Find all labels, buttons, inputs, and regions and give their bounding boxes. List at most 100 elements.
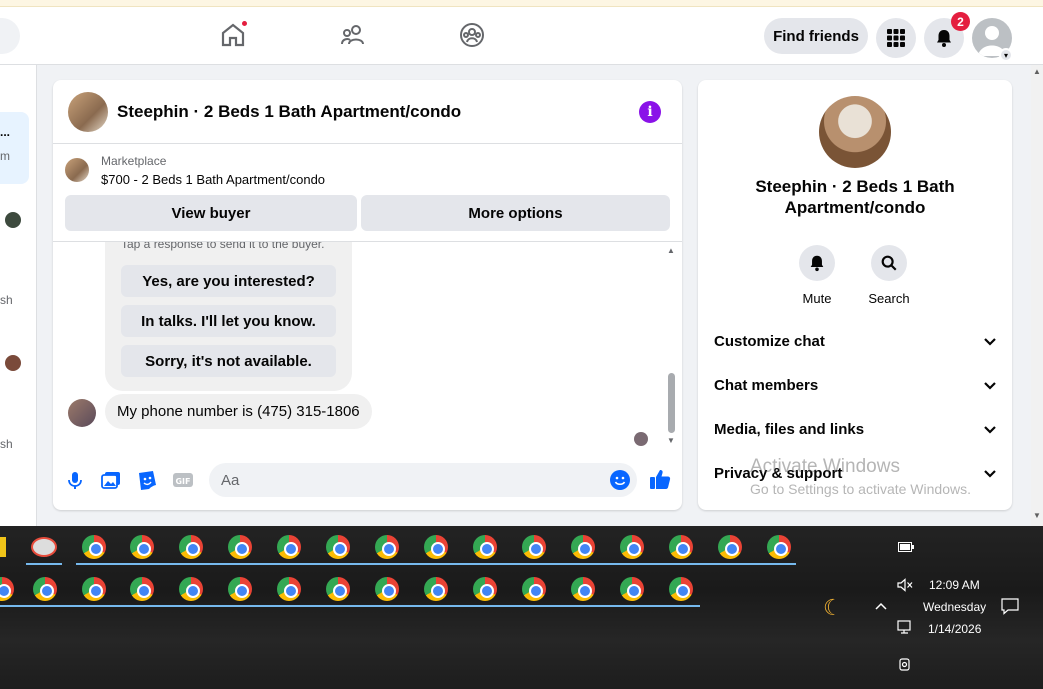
chat-avatar[interactable] (5, 212, 21, 228)
buyer-avatar[interactable] (68, 399, 96, 427)
clock-day[interactable]: Wednesday (923, 600, 986, 614)
chrome-profile-icon[interactable] (522, 535, 546, 559)
menu-button[interactable] (876, 18, 916, 58)
chrome-profile-icon[interactable] (82, 577, 106, 601)
more-options-button[interactable]: More options (361, 195, 670, 231)
chrome-profile-icon[interactable] (130, 535, 154, 559)
photo-icon[interactable] (100, 469, 122, 491)
listing-price[interactable]: $700 - 2 Beds 1 Bath Apartment/condo (101, 172, 325, 187)
chrome-profile-icon[interactable] (424, 577, 448, 601)
volume-muted-icon[interactable] (897, 578, 913, 595)
chat-avatar[interactable] (5, 355, 21, 371)
chrome-profile-icon[interactable] (228, 577, 252, 601)
scroll-thumb[interactable] (668, 373, 675, 433)
chrome-profile-icon[interactable] (277, 577, 301, 601)
scroll-down-icon[interactable]: ▼ (666, 436, 676, 446)
browser-notice-strip (0, 0, 1043, 7)
chrome-profile-icon[interactable] (375, 535, 399, 559)
customize-chat-section[interactable]: Customize chat (714, 327, 998, 357)
chrome-profile-icon[interactable] (375, 577, 399, 601)
scroll-up-icon[interactable]: ▲ (666, 246, 676, 256)
message-bubble[interactable]: My phone number is (475) 315-1806 (105, 394, 372, 429)
account-chevron-icon[interactable]: ▾ (999, 48, 1013, 62)
section-label: Customize chat (714, 333, 825, 350)
chrome-profile-icon[interactable] (473, 577, 497, 601)
meet-now-icon[interactable] (897, 657, 913, 676)
chrome-profile-icon[interactable] (130, 577, 154, 601)
view-buyer-button[interactable]: View buyer (65, 195, 357, 231)
chat-item-fragment: sh (0, 293, 13, 307)
groups-icon[interactable] (458, 21, 486, 49)
chat-members-section[interactable]: Chat members (714, 371, 998, 401)
search-icon[interactable] (871, 245, 907, 281)
action-center-icon[interactable] (1001, 597, 1019, 618)
find-friends-button[interactable]: Find friends (764, 18, 868, 54)
marketplace-label: Marketplace (101, 154, 167, 168)
chrome-profile-icon[interactable] (179, 535, 203, 559)
chrome-profile-icon[interactable] (620, 535, 644, 559)
chrome-profile-icon[interactable] (669, 535, 693, 559)
pinned-app-icon[interactable] (0, 537, 6, 557)
notifications-button[interactable]: 2 (924, 12, 970, 58)
notification-badge: 2 (951, 12, 970, 31)
microphone-icon[interactable] (64, 469, 86, 491)
snipping-tool-icon[interactable] (31, 537, 57, 557)
emoji-icon[interactable] (609, 469, 631, 491)
network-icon[interactable] (897, 619, 913, 638)
media-files-links-section[interactable]: Media, files and links (714, 415, 998, 445)
scroll-down-icon[interactable]: ▼ (1033, 511, 1041, 520)
scroll-up-icon[interactable]: ▲ (1033, 67, 1041, 76)
home-icon[interactable] (219, 19, 249, 49)
chrome-profile-icon[interactable] (424, 535, 448, 559)
app-running-indicator (76, 563, 796, 565)
chrome-profile-icon[interactable] (473, 535, 497, 559)
chrome-profile-icon[interactable] (33, 577, 57, 601)
quick-reply-button[interactable]: In talks. I'll let you know. (121, 305, 336, 337)
selected-chat-item[interactable] (0, 112, 29, 184)
thumbs-up-icon[interactable] (649, 468, 671, 490)
sticker-icon[interactable] (136, 469, 158, 491)
listing-profile-photo[interactable] (819, 96, 891, 168)
chrome-profile-icon[interactable] (326, 577, 350, 601)
quick-reply-button[interactable]: Yes, are you interested? (121, 265, 336, 297)
mute-action[interactable]: Mute (787, 245, 847, 306)
bell-icon (937, 30, 951, 47)
message-composer: GIF (53, 451, 682, 510)
chrome-profile-icon[interactable] (718, 535, 742, 559)
chat-title[interactable]: Steephin · 2 Beds 1 Bath Apartment/condo (117, 102, 461, 122)
app-running-indicator (26, 563, 62, 565)
activation-watermark-subtitle: Go to Settings to activate Windows. (750, 481, 971, 497)
search-box[interactable] (0, 18, 20, 54)
page-scrollbar[interactable]: ▲ ▼ (1031, 65, 1043, 526)
chrome-profile-icon[interactable] (228, 535, 252, 559)
listing-thumbnail[interactable] (65, 158, 89, 182)
chrome-profile-icon[interactable] (571, 535, 595, 559)
bell-icon[interactable] (799, 245, 835, 281)
friends-icon[interactable] (339, 21, 367, 49)
message-scrollbar[interactable]: ▲ ▼ (666, 246, 676, 448)
chrome-profile-icon[interactable] (767, 535, 791, 559)
chrome-profile-icon[interactable] (0, 577, 14, 601)
night-light-icon[interactable]: ☾ (823, 595, 843, 621)
section-label: Media, files and links (714, 421, 865, 438)
chrome-profile-icon[interactable] (571, 577, 595, 601)
listing-avatar[interactable] (68, 92, 108, 132)
search-action[interactable]: Search (859, 245, 919, 306)
chrome-profile-icon[interactable] (620, 577, 644, 601)
battery-icon[interactable] (898, 539, 914, 555)
chrome-profile-icon[interactable] (179, 577, 203, 601)
clock-date[interactable]: 1/14/2026 (928, 622, 981, 636)
chrome-profile-icon[interactable] (522, 577, 546, 601)
marketplace-listing-bar: Marketplace $700 - 2 Beds 1 Bath Apartme… (53, 145, 682, 241)
chrome-profile-icon[interactable] (82, 535, 106, 559)
chrome-profile-icon[interactable] (277, 535, 301, 559)
message-thread[interactable]: Tap a response to send it to the buyer. … (53, 241, 682, 451)
message-input[interactable] (209, 463, 637, 497)
chrome-profile-icon[interactable] (326, 535, 350, 559)
chrome-profile-icon[interactable] (669, 577, 693, 601)
gif-icon[interactable]: GIF (172, 469, 194, 491)
info-icon[interactable]: i (639, 101, 661, 123)
show-hidden-icons-chevron-icon[interactable] (874, 598, 888, 614)
quick-reply-button[interactable]: Sorry, it's not available. (121, 345, 336, 377)
clock-time[interactable]: 12:09 AM (929, 578, 980, 592)
